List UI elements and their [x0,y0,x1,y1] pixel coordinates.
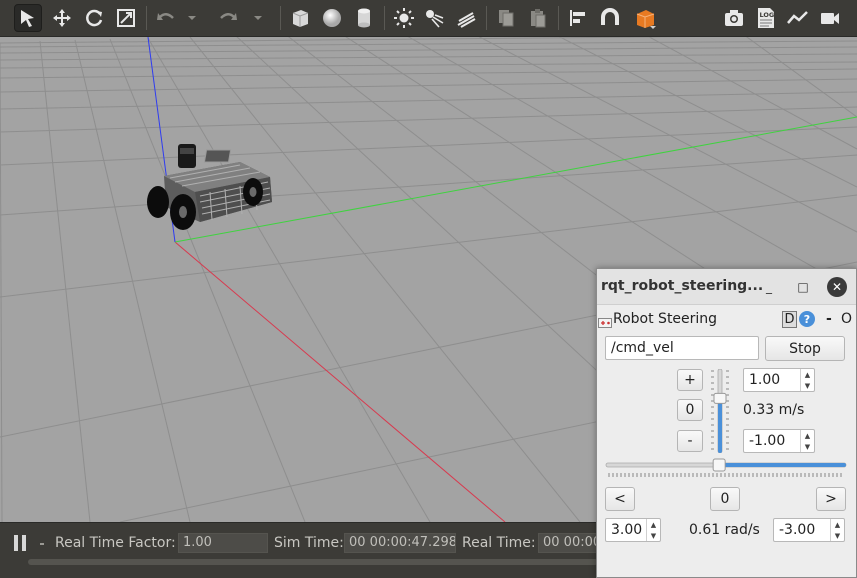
max-linear-value: 1.00 [749,372,781,388]
rqt-robot-steering-window: rqt_robot_steering... _ □ ✕ Robot Steeri… [596,268,857,578]
spin-arrows-icon[interactable]: ▲ ▼ [646,519,660,541]
cylinder-icon[interactable] [350,4,378,32]
toolbar-separator [558,6,559,30]
pause-icon [14,535,26,551]
toolbar-separator [280,6,281,30]
horizontal-scrollbar[interactable] [28,559,598,565]
max-angular-spinbox[interactable]: 3.00 ▲ ▼ [605,518,661,542]
gazebo-window: LOG Real Time Factor: 1.00 Sim Time: 00 … [0,0,857,578]
angular-velocity-slider[interactable] [605,457,847,479]
dock-button[interactable]: D [782,311,797,328]
real-time-value: 00 00:00:47.298 [538,533,598,553]
linear-velocity-readout: 0.33 m/s [743,402,805,418]
window-title: rqt_robot_steering... [601,278,764,294]
min-linear-value: -1.00 [749,433,786,449]
log-icon-text: LOG [760,11,775,19]
plugin-title: Robot Steering [613,311,718,327]
spin-arrows-icon[interactable]: ▲ ▼ [830,519,844,541]
help-button[interactable]: ? [799,311,815,327]
toolbar-separator [146,6,147,30]
topic-input[interactable]: /cmd_vel [605,336,759,360]
rotate-icon[interactable] [80,4,108,32]
log-icon[interactable]: LOG [752,4,780,32]
max-angular-value: 3.00 [611,522,643,538]
plot-icon[interactable] [784,4,812,32]
translate-icon[interactable] [48,4,76,32]
min-angular-spinbox[interactable]: -3.00 ▲ ▼ [773,518,845,542]
box-icon[interactable] [286,4,314,32]
spot-light-icon[interactable] [420,4,448,32]
maximize-button[interactable]: □ [793,277,813,297]
min-linear-spinbox[interactable]: -1.00 ▲ ▼ [743,429,815,453]
screenshot-icon[interactable] [720,4,748,32]
sim-time-label: Sim Time: [274,535,344,551]
main-toolbar: LOG [0,0,857,37]
scale-icon[interactable] [112,4,140,32]
robot-model[interactable] [140,142,280,232]
point-light-icon[interactable] [390,4,418,32]
copy-icon[interactable] [492,4,520,32]
paste-icon[interactable] [524,4,552,32]
increase-linear-button[interactable]: + [677,369,703,391]
toolbar-separator [384,6,385,30]
real-time-label: Real Time: [462,535,536,551]
spin-arrows-icon[interactable]: ▲ ▼ [800,369,814,391]
real-time-factor-value: 1.00 [178,533,268,553]
plugin-close-button[interactable]: O [841,311,852,327]
toolbar-separator [486,6,487,30]
decrease-linear-button[interactable]: - [677,430,703,452]
sim-time-value: 00 00:00:47.298 [344,533,456,553]
directional-light-icon[interactable] [452,4,480,32]
min-angular-value: -3.00 [779,522,816,538]
window-titlebar[interactable]: rqt_robot_steering... _ □ ✕ [597,269,856,305]
zero-angular-button[interactable]: 0 [710,487,740,511]
record-icon[interactable] [816,4,844,32]
spin-arrows-icon[interactable]: ▲ ▼ [800,430,814,452]
minimize-button[interactable]: _ [759,277,779,297]
turn-right-button[interactable]: > [816,487,846,511]
angular-velocity-readout: 0.61 rad/s [689,522,760,538]
step-dot[interactable] [40,543,44,545]
plugin-minimize-button[interactable]: - [826,311,832,327]
zero-linear-button[interactable]: 0 [677,399,703,421]
undo-icon[interactable] [152,4,180,32]
redo-dropdown-icon[interactable] [250,4,266,32]
select-arrow-icon[interactable] [14,4,42,32]
align-icon[interactable] [564,4,592,32]
linear-velocity-slider[interactable] [709,368,731,454]
sphere-icon[interactable] [318,4,346,32]
pause-button[interactable] [12,534,28,552]
max-linear-spinbox[interactable]: 1.00 ▲ ▼ [743,368,815,392]
real-time-factor-label: Real Time Factor: [55,535,176,551]
close-button[interactable]: ✕ [827,277,847,297]
snap-icon[interactable] [596,4,624,32]
undo-dropdown-icon[interactable] [184,4,200,32]
stop-button[interactable]: Stop [765,336,845,361]
redo-icon[interactable] [214,4,242,32]
view-angle-icon[interactable] [632,4,660,32]
turn-left-button[interactable]: < [605,487,635,511]
plugin-icon [598,313,612,328]
